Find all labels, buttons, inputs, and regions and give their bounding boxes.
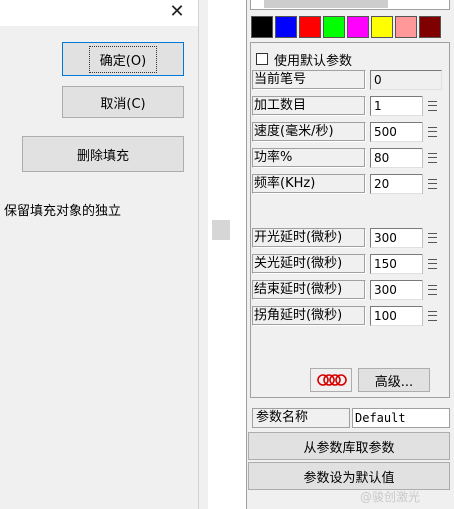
param-name-value: Default [352, 408, 450, 428]
param-label: 关光延时(微秒) [252, 254, 366, 274]
rings-icon [317, 374, 347, 386]
watermark: @骏创激光 [360, 490, 421, 504]
spin-icon[interactable] [422, 148, 442, 168]
splitter-grip[interactable] [212, 220, 230, 240]
spin-icon[interactable] [422, 228, 442, 248]
param-label: 拐角延时(微秒) [252, 306, 366, 326]
color-swatch[interactable] [347, 16, 369, 38]
use-default-label: 使用默认参数 [274, 54, 353, 69]
delete-fill-button-label: 删除填充 [76, 148, 129, 164]
color-swatch[interactable] [299, 16, 321, 38]
cancel-button[interactable]: 取消(C) [62, 86, 184, 118]
set-as-default-button[interactable]: 参数设为默认值 [248, 462, 450, 490]
cancel-button-label: 取消(C) [100, 96, 146, 112]
spin-icon[interactable] [422, 254, 442, 274]
keep-fill-note: 保留填充对象的独立 [4, 204, 122, 219]
delete-fill-button[interactable]: 删除填充 [22, 136, 184, 172]
gap [198, 0, 208, 509]
param-label: 速度(毫米/秒) [252, 122, 366, 142]
color-swatch[interactable] [275, 16, 297, 38]
color-swatch[interactable] [251, 16, 273, 38]
color-swatch[interactable] [419, 16, 441, 38]
color-swatch[interactable] [395, 16, 417, 38]
spin-icon[interactable] [422, 306, 442, 326]
close-icon[interactable]: ✕ [166, 1, 188, 23]
ok-button[interactable]: 确定(O) [62, 42, 184, 76]
param-label: 频率(KHz) [252, 174, 366, 194]
color-swatch[interactable] [371, 16, 393, 38]
canvas-edge [208, 0, 246, 509]
ok-button-label: 确定(O) [88, 45, 158, 73]
spin-icon[interactable] [422, 122, 442, 142]
scroll-thumb[interactable] [264, 0, 388, 8]
load-from-library-label: 从参数库取参数 [303, 440, 395, 456]
param-label: 当前笔号 [252, 70, 366, 90]
param-value-field: 0 [370, 70, 442, 90]
spin-icon[interactable] [422, 280, 442, 300]
advanced-button[interactable]: 高级... [358, 368, 430, 392]
param-label: 加工数目 [252, 96, 366, 116]
set-as-default-label: 参数设为默认值 [303, 470, 395, 486]
dialog [0, 0, 198, 509]
param-name-label: 参数名称 [252, 408, 350, 428]
color-swatch[interactable] [323, 16, 345, 38]
use-default-checkbox[interactable] [256, 53, 268, 65]
load-from-library-button[interactable]: 从参数库取参数 [248, 432, 450, 460]
separator [198, 0, 199, 509]
param-label: 开光延时(微秒) [252, 228, 366, 248]
param-label: 功率% [252, 148, 366, 168]
spin-icon[interactable] [422, 96, 442, 116]
spin-icon[interactable] [422, 174, 442, 194]
pen-ring-button[interactable] [310, 368, 352, 392]
advanced-button-label: 高级... [374, 374, 414, 390]
param-label: 结束延时(微秒) [252, 280, 366, 300]
